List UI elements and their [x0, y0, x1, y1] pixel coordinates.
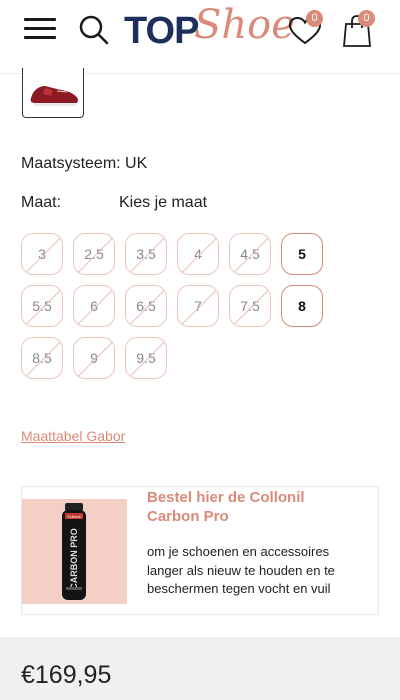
promo-title[interactable]: Bestel hier de Collonil Carbon Pro [147, 488, 347, 526]
size-option-4[interactable]: 4 [177, 233, 219, 275]
size-option-label: 6 [90, 298, 98, 314]
size-option-5-5[interactable]: 5.5 [21, 285, 63, 327]
size-option-9[interactable]: 9 [73, 337, 115, 379]
size-option-label: 9.5 [136, 350, 156, 366]
size-option-label: 8 [298, 298, 306, 314]
size-option-label: 5 [298, 246, 306, 262]
wishlist-count-badge: 0 [306, 10, 323, 27]
size-option-6[interactable]: 6 [73, 285, 115, 327]
size-option-9-5[interactable]: 9.5 [125, 337, 167, 379]
size-option-label: 3.5 [136, 246, 156, 262]
size-option-label: 2.5 [84, 246, 104, 262]
promo-description: om je schoenen en accessoires langer als… [147, 544, 335, 596]
size-option-6-5[interactable]: 6.5 [125, 285, 167, 327]
price-bar: €169,95 [0, 637, 400, 700]
size-option-label: 4 [194, 246, 202, 262]
size-chart-link[interactable]: Maattabel Gabor [21, 428, 125, 444]
promo-card[interactable]: Collonil CARBON PRO Bestel hier de Collo… [21, 486, 379, 615]
size-option-label: 8.5 [32, 350, 52, 366]
site-header: TOP Shoe 0 0 [0, 0, 400, 74]
shoe-image-icon [30, 86, 78, 106]
size-option-label: 4.5 [240, 246, 260, 262]
size-system-label: Maatsysteem: UK [21, 155, 148, 172]
size-option-3-5[interactable]: 3.5 [125, 233, 167, 275]
size-option-7-5[interactable]: 7.5 [229, 285, 271, 327]
size-option-7[interactable]: 7 [177, 285, 219, 327]
promo-product-image: Collonil CARBON PRO [22, 499, 127, 604]
size-option-label: 9 [90, 350, 98, 366]
size-option-2-5[interactable]: 2.5 [73, 233, 115, 275]
logo-top-text: TOP [124, 10, 199, 52]
size-option-5[interactable]: 5 [281, 233, 323, 275]
cart-count-badge: 0 [358, 10, 375, 27]
size-option-label: 5.5 [32, 298, 52, 314]
size-option-label: 7.5 [240, 298, 260, 314]
size-choose-text: Kies je maat [119, 194, 208, 211]
topshoe-logo[interactable]: TOP Shoe [124, 2, 295, 54]
promo-image-brand: Collonil [67, 514, 80, 519]
search-icon[interactable] [78, 14, 110, 46]
logo-shoe-text: Shoe [194, 2, 295, 48]
size-option-label: 7 [194, 298, 202, 314]
size-label: Maat: [21, 194, 62, 211]
promo-image-product-text: CARBON PRO [69, 528, 79, 590]
product-price: €169,95 [21, 661, 112, 689]
product-thumbnail[interactable] [22, 68, 84, 118]
size-option-4-5[interactable]: 4.5 [229, 233, 271, 275]
size-option-label: 3 [38, 246, 46, 262]
size-option-8[interactable]: 8 [281, 285, 323, 327]
menu-icon[interactable] [24, 18, 56, 42]
size-option-label: 6.5 [136, 298, 156, 314]
size-option-3[interactable]: 3 [21, 233, 63, 275]
size-option-8-5[interactable]: 8.5 [21, 337, 63, 379]
